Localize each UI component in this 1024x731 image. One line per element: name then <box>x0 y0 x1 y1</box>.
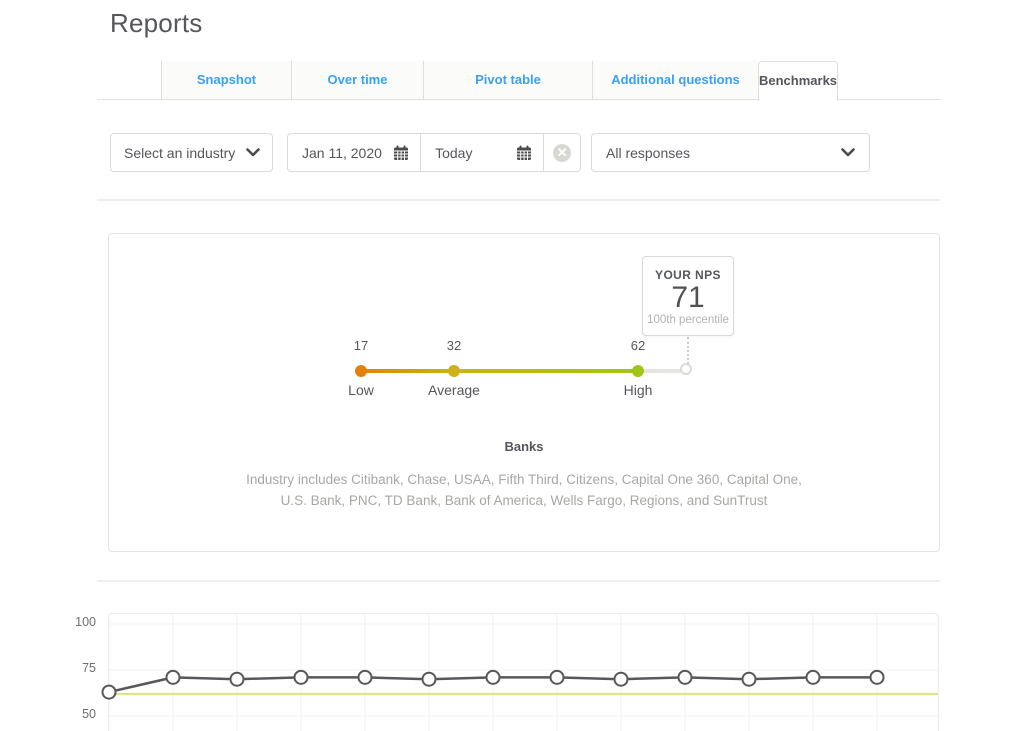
scale-label-low: Low <box>316 382 406 398</box>
industry-description-line2: U.S. Bank, PNC, TD Bank, Bank of America… <box>109 493 939 508</box>
scale-dot-high <box>632 365 644 377</box>
tab-pivot-table[interactable]: Pivot table <box>423 61 592 99</box>
chart-data-point[interactable] <box>743 673 756 686</box>
clear-dates-button[interactable]: ✕ <box>543 134 580 171</box>
tab-benchmarks[interactable]: Benchmarks <box>758 61 838 101</box>
responses-select-dropdown[interactable]: All responses <box>591 133 870 172</box>
tab-over-time[interactable]: Over time <box>291 61 423 99</box>
nps-line-chart <box>108 613 939 731</box>
scale-marker-your-nps[interactable] <box>680 363 692 375</box>
calendar-icon <box>393 145 409 161</box>
scale-label-average: Average <box>409 382 499 398</box>
section-divider <box>97 199 940 201</box>
chart-data-point[interactable] <box>231 673 244 686</box>
chart-data-point[interactable] <box>807 671 820 684</box>
scale-dot-low <box>355 365 367 377</box>
scale-label-high: High <box>593 382 683 398</box>
chevron-down-icon <box>841 148 855 157</box>
scale-dot-average <box>448 365 460 377</box>
tab-snapshot[interactable]: Snapshot <box>161 61 291 99</box>
chart-data-point[interactable] <box>359 671 372 684</box>
chart-data-point[interactable] <box>871 671 884 684</box>
industry-description-line1: Industry includes Citibank, Chase, USAA,… <box>109 472 939 487</box>
tooltip-connector-line <box>687 337 689 364</box>
date-end-field[interactable]: Today <box>420 134 543 171</box>
your-nps-tooltip: YOUR NPS 71 100th percentile <box>642 256 734 336</box>
tab-bar-spacer <box>97 61 161 99</box>
industry-select-dropdown[interactable]: Select an industry <box>110 133 273 172</box>
responses-select-value: All responses <box>606 145 690 161</box>
date-start-value: Jan 11, 2020 <box>302 145 382 161</box>
y-axis-tick-label: 50 <box>58 707 96 721</box>
scale-value-average: 32 <box>434 338 474 353</box>
your-nps-value: 71 <box>643 282 733 314</box>
date-end-value: Today <box>435 145 472 161</box>
chart-data-point[interactable] <box>679 671 692 684</box>
chart-data-point[interactable] <box>615 673 628 686</box>
chart-data-point[interactable] <box>423 673 436 686</box>
section-divider <box>97 580 940 582</box>
chart-data-point[interactable] <box>487 671 500 684</box>
date-start-field[interactable]: Jan 11, 2020 <box>288 134 420 171</box>
chart-data-point[interactable] <box>103 686 116 699</box>
chart-data-point[interactable] <box>167 671 180 684</box>
industry-name: Banks <box>109 439 939 454</box>
date-range-picker: Jan 11, 2020 Today <box>287 133 581 172</box>
close-icon: ✕ <box>553 144 571 162</box>
y-axis-tick-label: 100 <box>58 615 96 629</box>
your-nps-title: YOUR NPS <box>643 268 733 282</box>
chart-y-axis-labels: 100 75 50 <box>58 613 96 731</box>
page-title: Reports <box>110 8 202 39</box>
reports-tab-bar: SnapshotOver timePivot tableAdditional q… <box>97 61 940 100</box>
calendar-icon <box>516 145 532 161</box>
tab-additional-questions[interactable]: Additional questions <box>592 61 758 99</box>
nps-trend-svg <box>109 614 938 731</box>
scale-value-high: 62 <box>618 338 658 353</box>
chevron-down-icon <box>246 148 260 157</box>
scale-value-low: 17 <box>341 338 381 353</box>
chart-data-point[interactable] <box>295 671 308 684</box>
benchmark-card: YOUR NPS 71 100th percentile 17 32 62 Lo… <box>108 233 940 552</box>
benchmark-scale-gradient-track <box>361 369 638 373</box>
y-axis-tick-label: 75 <box>58 661 96 675</box>
your-nps-percentile: 100th percentile <box>643 314 733 326</box>
chart-data-point[interactable] <box>551 671 564 684</box>
industry-select-value: Select an industry <box>124 145 235 161</box>
